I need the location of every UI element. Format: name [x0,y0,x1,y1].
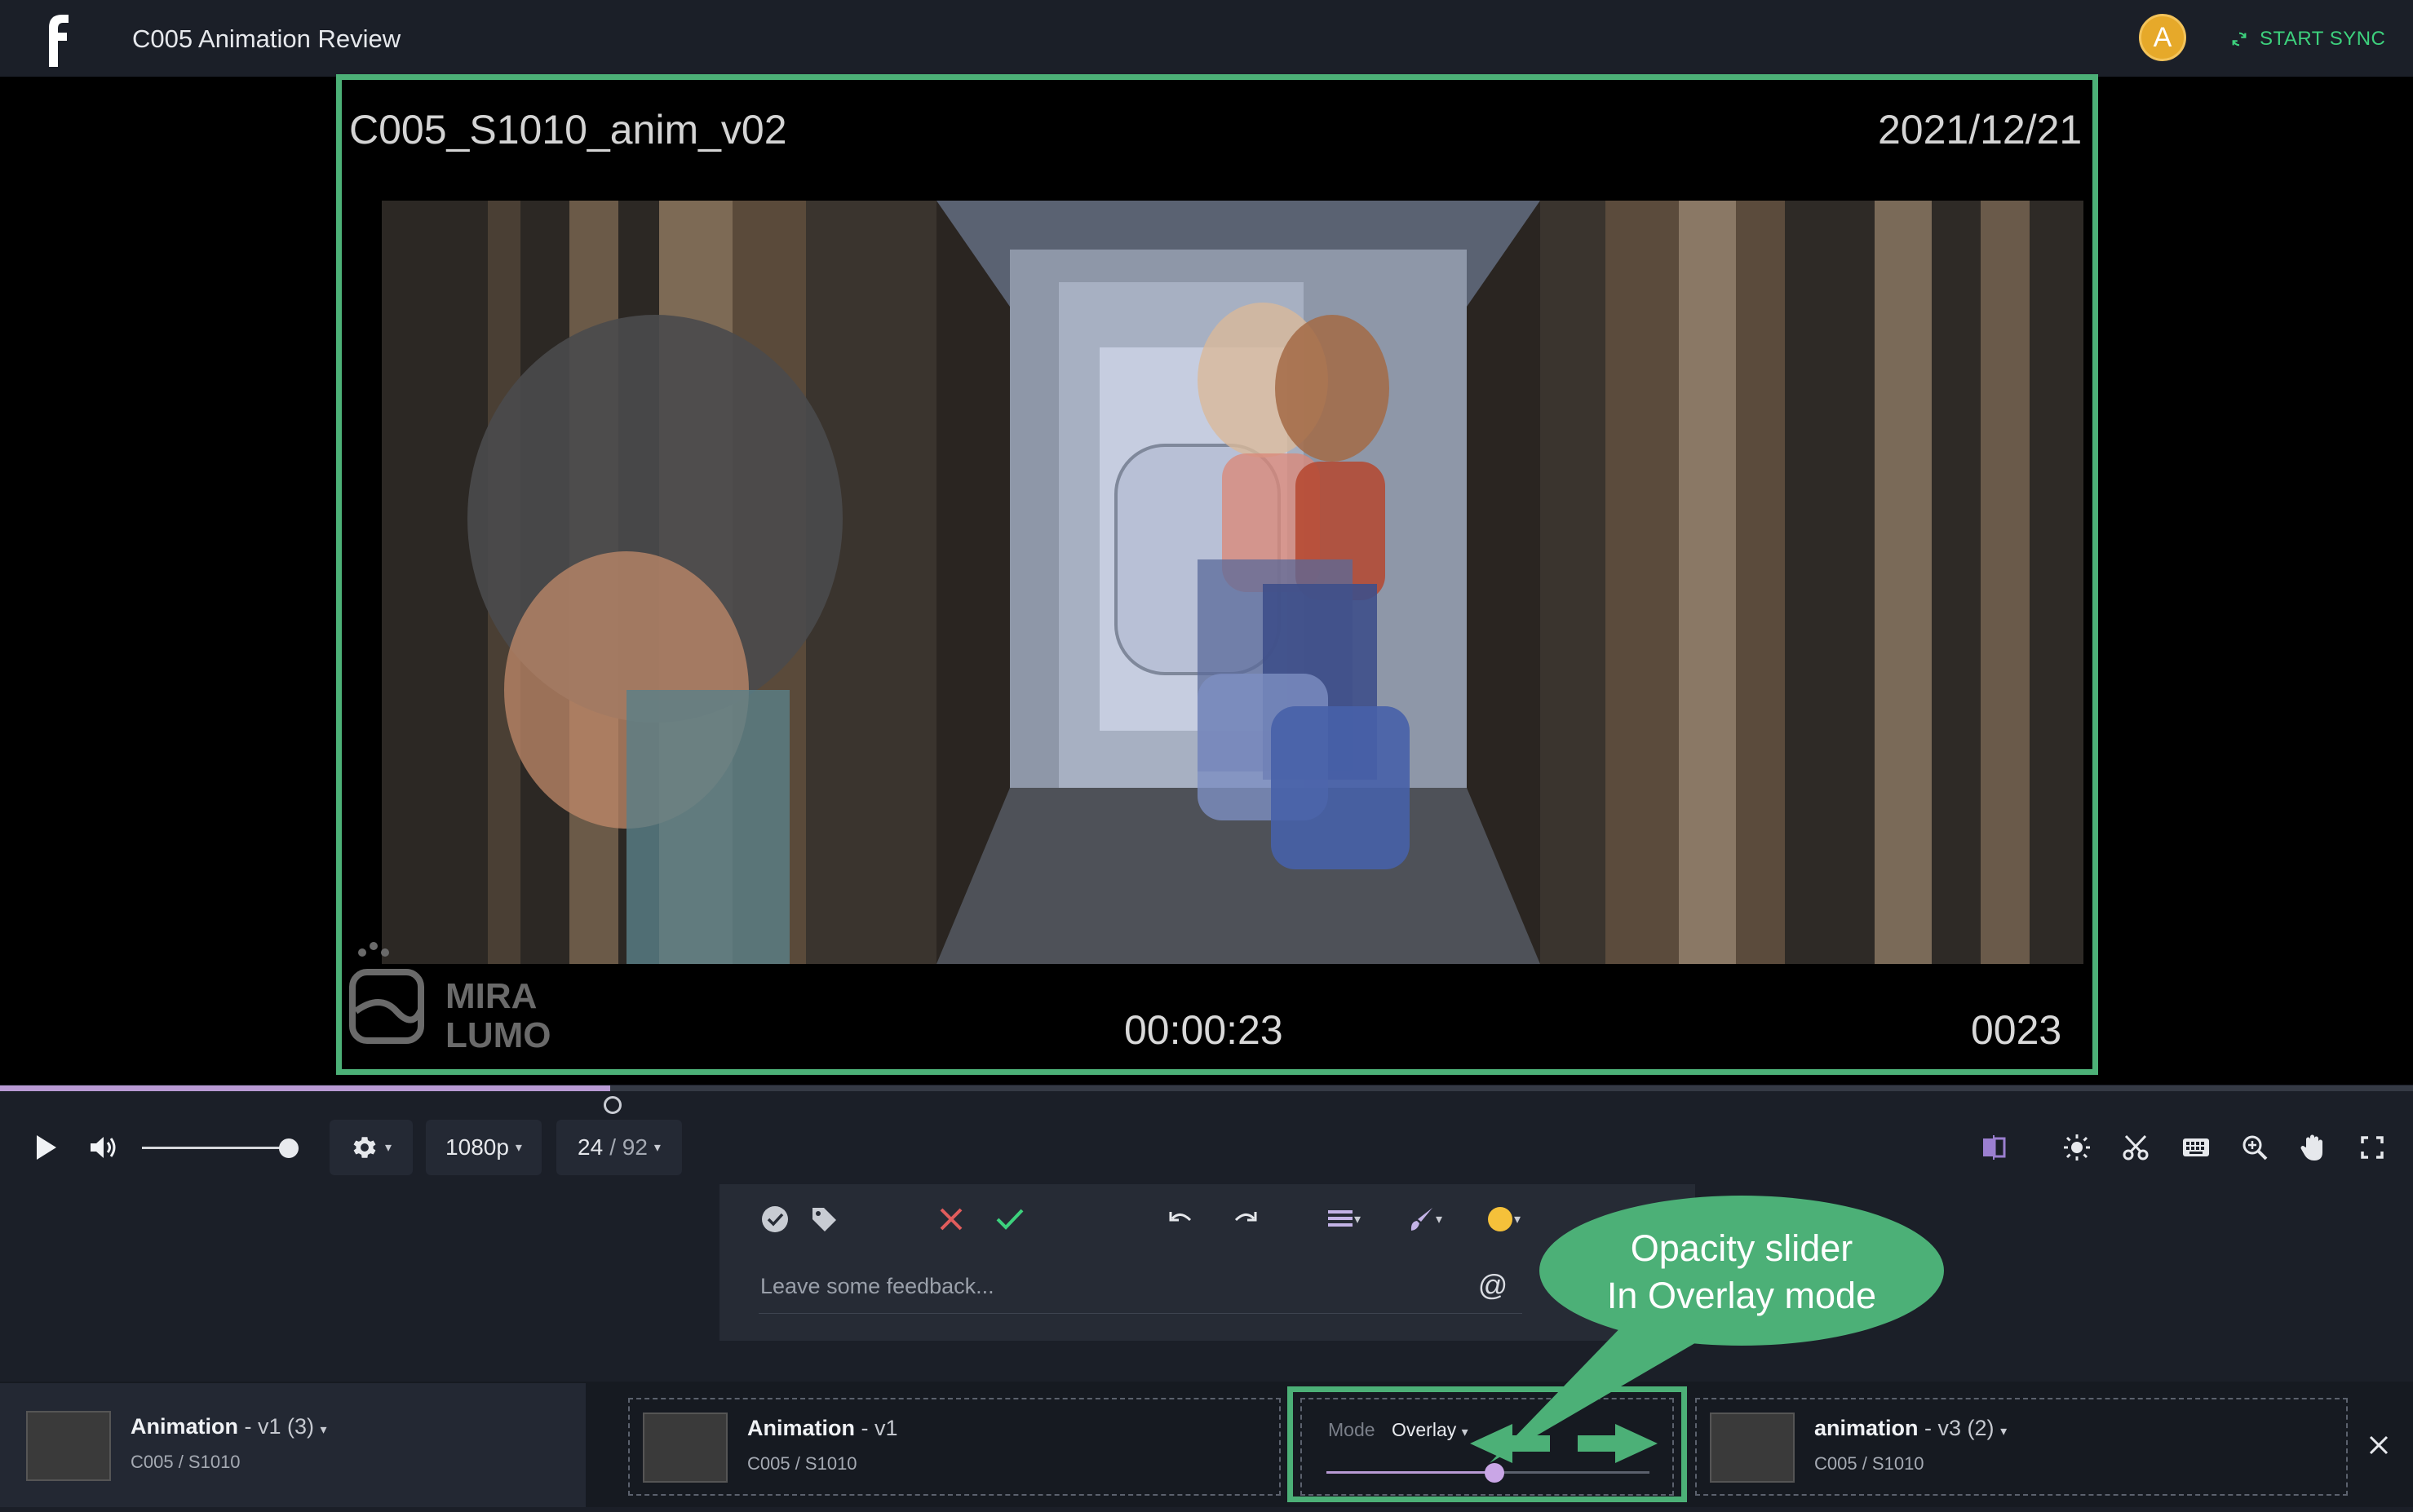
callout-line-2: In Overlay mode [1606,1275,1877,1316]
compare-version-a-card[interactable]: Animation - v1 C005 / S1010 [628,1398,1281,1496]
close-compare-button[interactable] [2362,1429,2395,1461]
settings-dropdown[interactable]: ▾ [330,1120,413,1175]
version-thumbnail [26,1411,111,1481]
redo-icon [1234,1212,1257,1222]
brush-dropdown[interactable]: ▾ [1400,1201,1450,1237]
tag-icon [812,1208,836,1231]
page-title: C005 Animation Review [132,24,401,53]
avatar[interactable]: A [2139,14,2186,61]
play-icon [37,1135,56,1160]
svg-text:MIRA: MIRA [445,976,537,1016]
version-title: Animation - v1 (3) ▾ [131,1414,327,1439]
redo-button[interactable] [1227,1201,1263,1237]
chevron-down-icon: ▾ [1353,1213,1361,1227]
playhead-handle[interactable] [604,1096,622,1114]
feedback-underline [759,1313,1522,1314]
fullscreen-button[interactable] [2354,1130,2390,1165]
volume-icon [91,1137,116,1158]
chevron-down-icon: ▾ [384,1141,392,1155]
version-title: Animation - v1 [747,1416,898,1440]
line-weight-icon [1327,1210,1353,1227]
overlay-highlight-frame [336,74,2098,1075]
volume-slider[interactable] [142,1147,290,1149]
timecode-burnin: 00:00:23 [1124,1007,1283,1053]
version-path: C005 / S1010 [131,1452,241,1472]
sync-icon [2232,32,2247,46]
frame-counter-burnin: 0023 [1971,1007,2062,1053]
start-sync-label: START SYNC [2260,28,2386,50]
volume-button[interactable] [83,1130,124,1165]
play-button[interactable] [28,1130,64,1165]
scissors-icon [2123,1134,2149,1161]
zoom-button[interactable] [2237,1130,2273,1165]
approve-status-button[interactable] [757,1201,793,1237]
current-version-card[interactable]: Animation - v1 (3) ▾ C005 / S1010 [0,1383,586,1507]
volume-slider-knob[interactable] [279,1138,299,1158]
quality-dropdown[interactable]: 1080p ▾ [426,1120,542,1175]
chevron-down-icon: ▾ [515,1141,522,1155]
compare-icon [1983,1135,2006,1160]
version-path: C005 / S1010 [747,1453,857,1474]
tag-button[interactable] [806,1201,842,1237]
studio-watermark-logo: MIRA LUMO [349,942,551,1055]
fullscreen-icon [2361,1136,2384,1159]
zoom-icon [2243,1135,2268,1161]
brightness-icon [2064,1134,2090,1161]
chevron-down-icon[interactable]: ▾ [2000,1425,2007,1439]
approve-circle-icon [762,1206,788,1232]
current-frame: 24 [578,1134,604,1160]
accept-button[interactable] [992,1201,1028,1237]
date-burnin: 2021/12/21 [1878,107,2083,153]
version-thumbnail [643,1413,728,1483]
svg-text:LUMO: LUMO [445,1015,551,1055]
frame-dropdown[interactable]: 24 / 92 ▾ [556,1120,682,1175]
timeline-progress [0,1085,611,1091]
line-weight-dropdown[interactable]: ▾ [1318,1201,1369,1237]
callout-text: Opacity slider In Overlay mode [1542,1225,1941,1320]
app-logo-icon[interactable] [38,10,70,67]
shot-name-burnin: C005_S1010_anim_v02 [349,107,787,153]
callout-line-1: Opacity slider [1630,1227,1853,1269]
chevron-down-icon: ▾ [1435,1213,1443,1227]
keyboard-icon [2183,1138,2209,1156]
brush-icon [1410,1208,1432,1231]
reject-icon [940,1208,963,1231]
undo-button[interactable] [1163,1201,1199,1237]
hand-icon [2300,1134,2322,1161]
total-frames: / 92 [609,1134,648,1160]
feedback-input[interactable] [759,1269,1529,1303]
chevron-down-icon: ▾ [653,1141,661,1155]
brightness-button[interactable] [2059,1130,2095,1165]
gear-icon [353,1137,376,1158]
start-sync-button[interactable]: START SYNC [2230,23,2385,55]
compare-button[interactable] [1976,1130,2012,1165]
reject-button[interactable] [933,1201,969,1237]
pan-button[interactable] [2296,1130,2331,1165]
chevron-down-icon[interactable]: ▾ [321,1423,327,1437]
undo-icon [1169,1212,1192,1222]
trim-button[interactable] [2118,1130,2154,1165]
close-icon [2369,1435,2389,1455]
keyboard-shortcuts-button[interactable] [2178,1130,2214,1165]
accept-icon [996,1209,1024,1230]
quality-value: 1080p [445,1134,509,1160]
